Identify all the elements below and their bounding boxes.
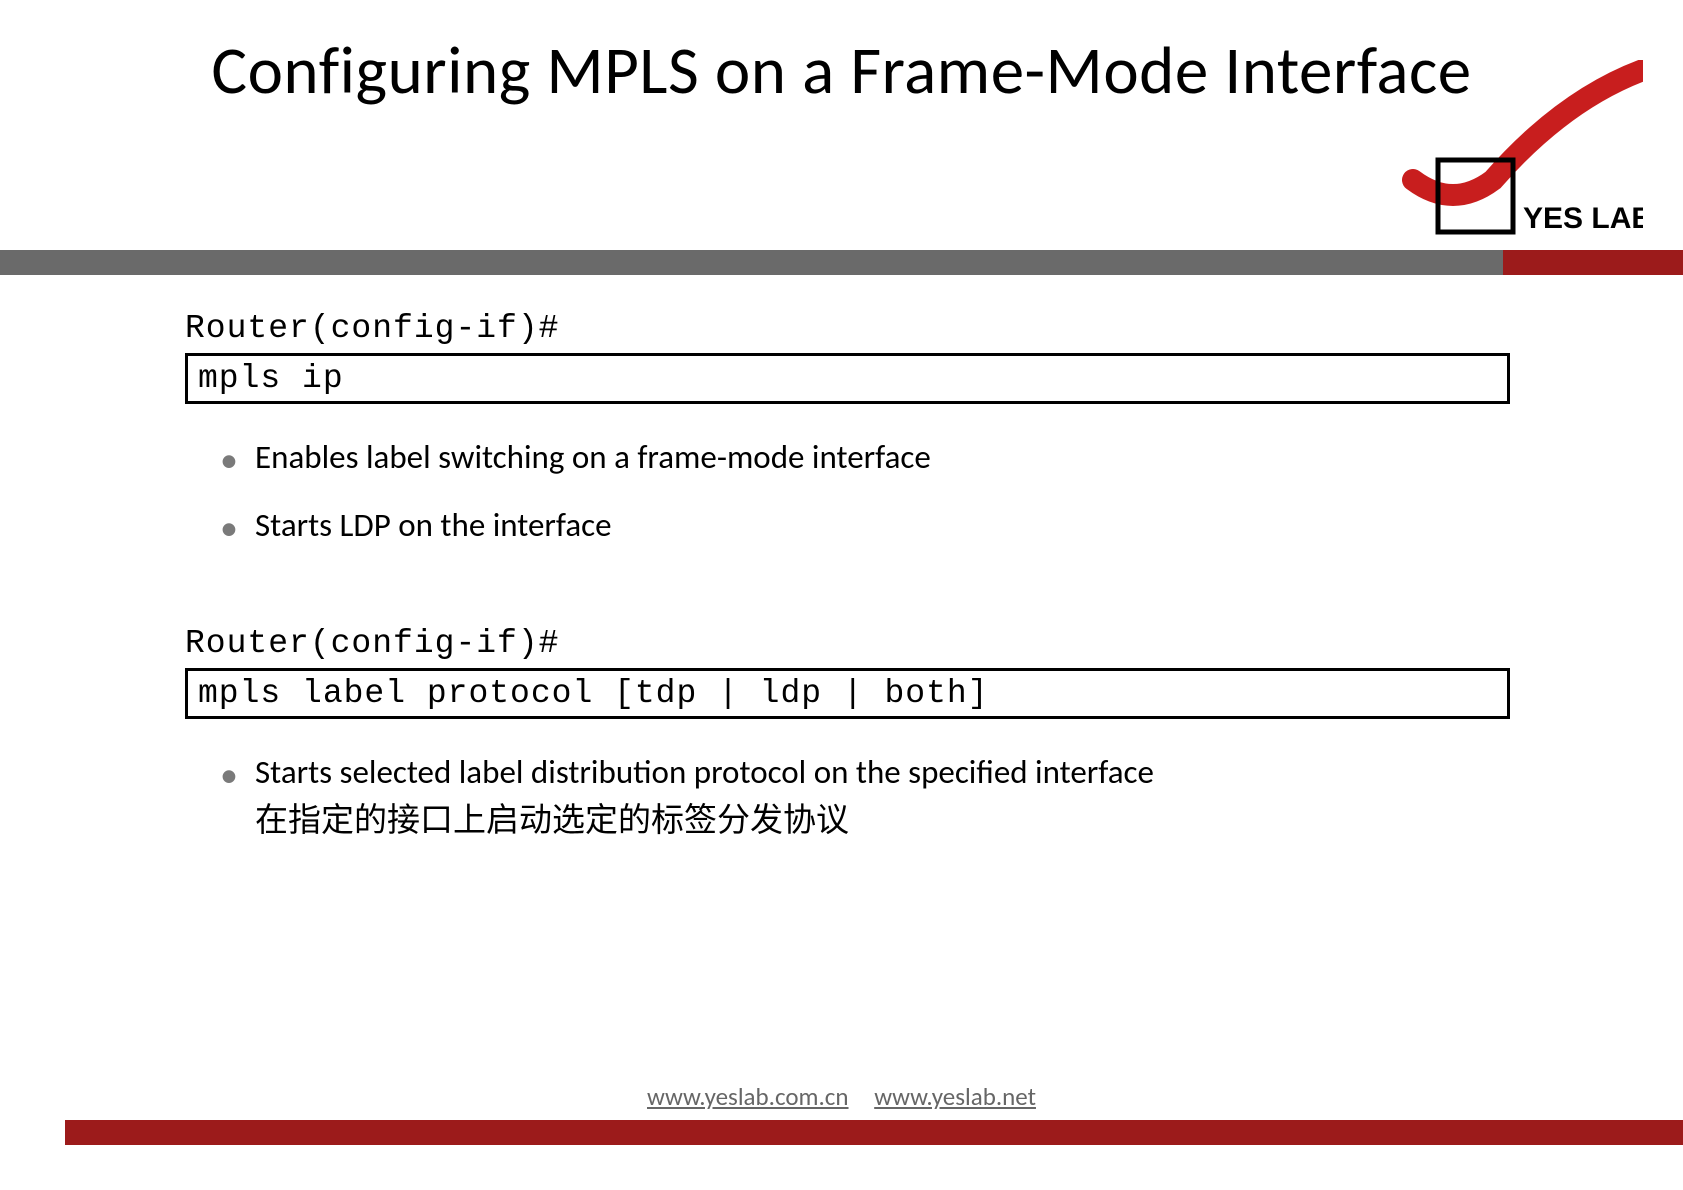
bullet-list-1: Enables label switching on a frame-mode … xyxy=(185,434,1563,550)
list-item: Starts selected label distribution proto… xyxy=(220,749,1563,845)
logo-text: YES LAB xyxy=(1523,202,1643,235)
header-divider-gray xyxy=(0,250,1683,275)
footer-link-1[interactable]: www.yeslab.com.cn xyxy=(647,1081,849,1112)
list-item: Starts LDP on the interface xyxy=(220,502,1563,550)
footer-bar-red xyxy=(65,1120,1683,1145)
bullet-list-2: Starts selected label distribution proto… xyxy=(185,749,1563,845)
header-divider-red xyxy=(1503,250,1683,275)
slide-content: Router(config-if)# mpls ip Enables label… xyxy=(185,310,1563,904)
cli-command-box-2: mpls label protocol [tdp | ldp | both] xyxy=(185,668,1510,719)
footer-link-2[interactable]: www.yeslab.net xyxy=(874,1081,1036,1112)
bullet-text-cn: 在指定的接口上启动选定的标签分发协议 xyxy=(255,797,1563,845)
cli-command-box-1: mpls ip xyxy=(185,353,1510,404)
bullet-text-en: Starts selected label distribution proto… xyxy=(255,752,1154,792)
yeslab-logo: YES LAB xyxy=(1363,60,1643,240)
cli-prompt-2: Router(config-if)# xyxy=(185,625,1563,662)
footer-links: www.yeslab.com.cn www.yeslab.net xyxy=(0,1081,1683,1112)
cli-prompt-1: Router(config-if)# xyxy=(185,310,1563,347)
list-item: Enables label switching on a frame-mode … xyxy=(220,434,1563,482)
